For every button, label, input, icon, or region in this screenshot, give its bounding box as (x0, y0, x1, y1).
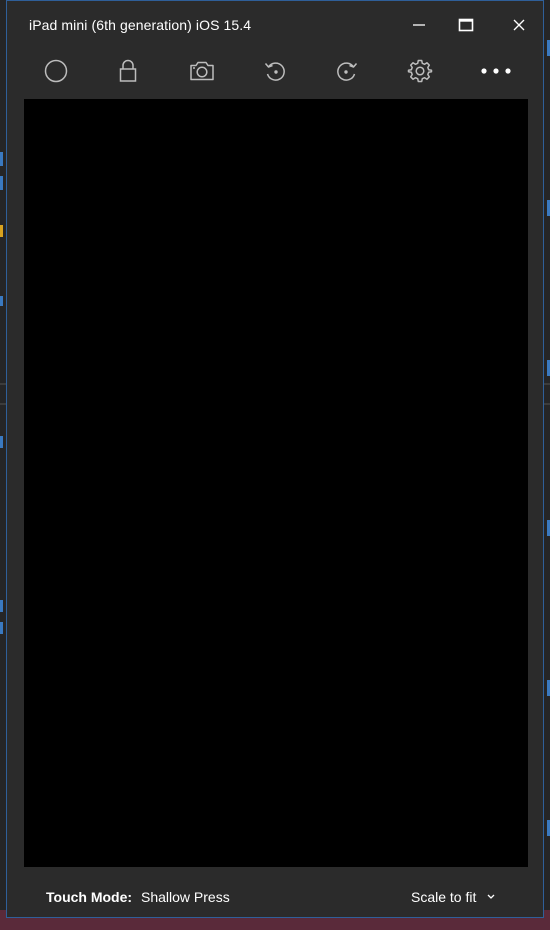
rotate-left-button[interactable] (255, 57, 295, 85)
minimize-button[interactable] (396, 7, 442, 43)
background-marker (0, 225, 3, 237)
lock-button[interactable] (108, 57, 148, 85)
window-title: iPad mini (6th generation) iOS 15.4 (29, 17, 252, 33)
scale-dropdown[interactable]: Scale to fit (411, 885, 496, 909)
rotate-left-icon (264, 62, 285, 81)
scale-dropdown-value: Scale to fit (411, 889, 477, 905)
lock-icon (119, 59, 137, 82)
background-marker (0, 622, 3, 634)
home-button[interactable] (36, 57, 76, 85)
maximize-icon (458, 18, 474, 32)
background-marker (0, 600, 3, 612)
status-footer: Touch Mode: Shallow Press Scale to fit (7, 867, 543, 917)
title-bar: iPad mini (6th generation) iOS 15.4 (7, 1, 543, 49)
device-screen[interactable] (24, 99, 528, 867)
rotate-right-icon (337, 62, 358, 81)
background-marker (0, 176, 3, 190)
close-icon (513, 19, 525, 31)
home-circle-icon (44, 59, 68, 83)
screenshot-button[interactable] (182, 57, 222, 85)
chevron-down-icon (487, 894, 495, 899)
minimize-icon (413, 24, 425, 26)
more-icon (481, 68, 511, 74)
touch-mode-value[interactable]: Shallow Press (141, 889, 230, 905)
gear-icon (407, 59, 433, 83)
simulator-window: iPad mini (6th generation) iOS 15.4 Touc… (6, 0, 544, 918)
camera-icon (190, 61, 214, 81)
simulator-toolbar (7, 49, 543, 95)
background-marker (0, 436, 3, 448)
touch-mode-label: Touch Mode: (46, 889, 133, 905)
settings-button[interactable] (400, 57, 440, 85)
more-button[interactable] (476, 57, 516, 85)
rotate-right-button[interactable] (327, 57, 367, 85)
background-marker (0, 296, 3, 306)
close-button[interactable] (496, 7, 542, 43)
background-marker (0, 152, 3, 166)
maximize-button[interactable] (443, 7, 489, 43)
